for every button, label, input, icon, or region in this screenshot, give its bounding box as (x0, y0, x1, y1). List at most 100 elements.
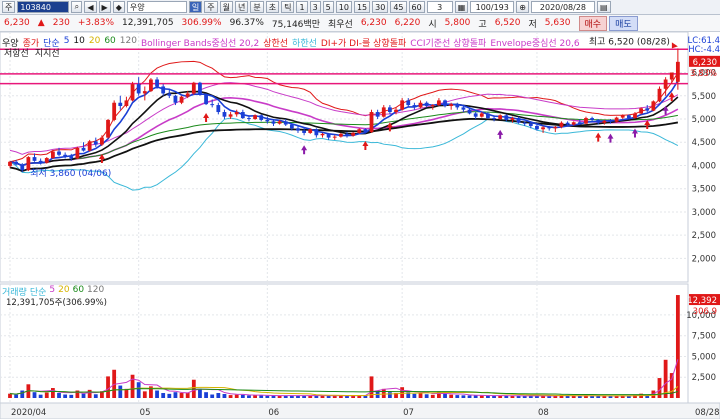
volume-bar (240, 394, 245, 398)
zoom-icon[interactable]: ⊕ (516, 1, 529, 13)
volume-bar (259, 395, 264, 398)
candle-body (320, 133, 325, 136)
candle-body (69, 156, 74, 159)
volume-bar (216, 393, 221, 398)
interval-60-button[interactable]: 60 (408, 1, 425, 13)
candle-body (657, 88, 662, 102)
interval-1-button[interactable]: 1 (296, 1, 308, 13)
candle-body (14, 161, 19, 165)
grid-icon[interactable]: ▦ (454, 1, 469, 13)
volume-bar (124, 388, 129, 398)
volume-bar (492, 395, 496, 398)
count-select[interactable]: 3 (426, 1, 453, 13)
legend-item[interactable]: 120 (120, 36, 137, 49)
search-icon[interactable]: ⌕ (71, 1, 83, 13)
legend-item[interactable]: 하한선 (292, 36, 317, 49)
candle-body (271, 121, 276, 124)
interval-3-button[interactable]: 3 (309, 1, 321, 13)
candle-body (112, 102, 117, 120)
volume-bar (63, 394, 68, 398)
high-annotation: 최고 6,520 (08/28) (589, 36, 670, 47)
candle-body (387, 107, 392, 113)
period-week-button[interactable]: 주 (204, 1, 218, 13)
volume-bar (173, 392, 178, 398)
volume-bar (8, 393, 12, 398)
candle-body (161, 86, 166, 94)
buy-button[interactable]: 매수 (578, 15, 608, 31)
volume-bar (424, 394, 429, 398)
interval-45-button[interactable]: 45 (390, 1, 407, 13)
candle-body (338, 133, 343, 137)
compare-button[interactable]: ◆ (112, 1, 125, 13)
legend-item[interactable]: Bollinger Bands중심선 20,2 (141, 36, 259, 49)
interval-30-button[interactable]: 30 (372, 1, 389, 13)
best-price-label: 최우선 (327, 19, 353, 30)
support-resistance-legend: 저항선 지지선 (4, 46, 60, 59)
candle-body (265, 119, 270, 122)
volume-bar (210, 394, 215, 398)
candle-body (412, 105, 417, 108)
candle-body (620, 115, 625, 118)
period-month-button[interactable]: 월 (219, 1, 233, 13)
candle-body (296, 128, 300, 131)
period-second-button[interactable]: 초 (265, 1, 280, 13)
trade-amount: 75,146백만 (271, 19, 320, 30)
page-count-field[interactable]: 100/193 (470, 1, 515, 13)
best-sell-price: 6,230 (360, 18, 387, 28)
candle-body (535, 125, 539, 130)
legend-item[interactable]: Envelope중심선 20,6 (490, 36, 579, 49)
calendar-icon[interactable]: ▤ (596, 1, 611, 13)
nav-prev-button[interactable]: ◀ (84, 1, 97, 13)
period-day-button[interactable]: 일 (188, 1, 203, 13)
volume-bar (430, 394, 435, 398)
candle-body (541, 127, 545, 130)
candle-body (210, 104, 215, 106)
legend-item[interactable]: 60 (104, 36, 115, 49)
candle-body (614, 117, 619, 122)
volume-bar (675, 295, 680, 398)
volume-bar (228, 395, 233, 398)
volume-bar (467, 395, 472, 398)
candle-body (149, 79, 153, 92)
sell-button[interactable]: 매도 (609, 15, 638, 31)
candle-body (20, 164, 25, 171)
stock-code-input[interactable]: 103840 (17, 1, 70, 13)
candle-body (185, 93, 190, 97)
candle-body (44, 158, 49, 163)
market-select[interactable]: 주 (2, 1, 16, 13)
period-year-button[interactable]: 년 (234, 1, 249, 13)
volume-bar (608, 396, 613, 398)
stock-name-field[interactable]: 우양 (126, 1, 187, 13)
stock-chart[interactable]: 최고 6,520 (08/28)최저 3,860 (04/06) 6,0005,… (0, 32, 720, 419)
date-field[interactable]: 2020/08/28 (530, 1, 595, 13)
price-tag-label: 6,230 (693, 58, 717, 68)
volume-bar (161, 393, 166, 398)
volume-pct-tag-label: 306.9 (693, 307, 717, 317)
legend-item[interactable]: 10 (73, 36, 84, 49)
period-minute-button[interactable]: 분 (250, 1, 264, 13)
legend-item[interactable]: 상한선 (263, 36, 288, 49)
candle-body (590, 118, 594, 120)
interval-15-button[interactable]: 15 (353, 1, 371, 13)
price-tick-label: 5,500 (692, 92, 716, 102)
candle-body (179, 96, 184, 103)
candle-body (332, 136, 337, 138)
period-tick-button[interactable]: 틱 (281, 1, 295, 13)
x-tick-label: 07 (403, 408, 414, 418)
legend-item[interactable]: CCI기준선 상향돌파 (410, 36, 486, 49)
candle-body (375, 112, 380, 117)
legend-item[interactable]: DI+가 DI-를 상향돌파 (321, 36, 406, 49)
volume-bar (136, 382, 141, 398)
candle-body (479, 113, 484, 117)
legend-item[interactable]: 20 (89, 36, 100, 49)
volume-bar (455, 395, 460, 398)
candle-body (528, 123, 533, 126)
legend-item[interactable]: 5 (64, 36, 70, 49)
candle-body (167, 93, 172, 96)
volume-bar (204, 392, 208, 398)
interval-10-button[interactable]: 10 (335, 1, 352, 13)
interval-5-button[interactable]: 5 (322, 1, 334, 13)
candle-body (234, 112, 239, 115)
pct-tag-label: 3.83% (690, 69, 717, 79)
nav-next-button[interactable]: ▶ (98, 1, 111, 13)
